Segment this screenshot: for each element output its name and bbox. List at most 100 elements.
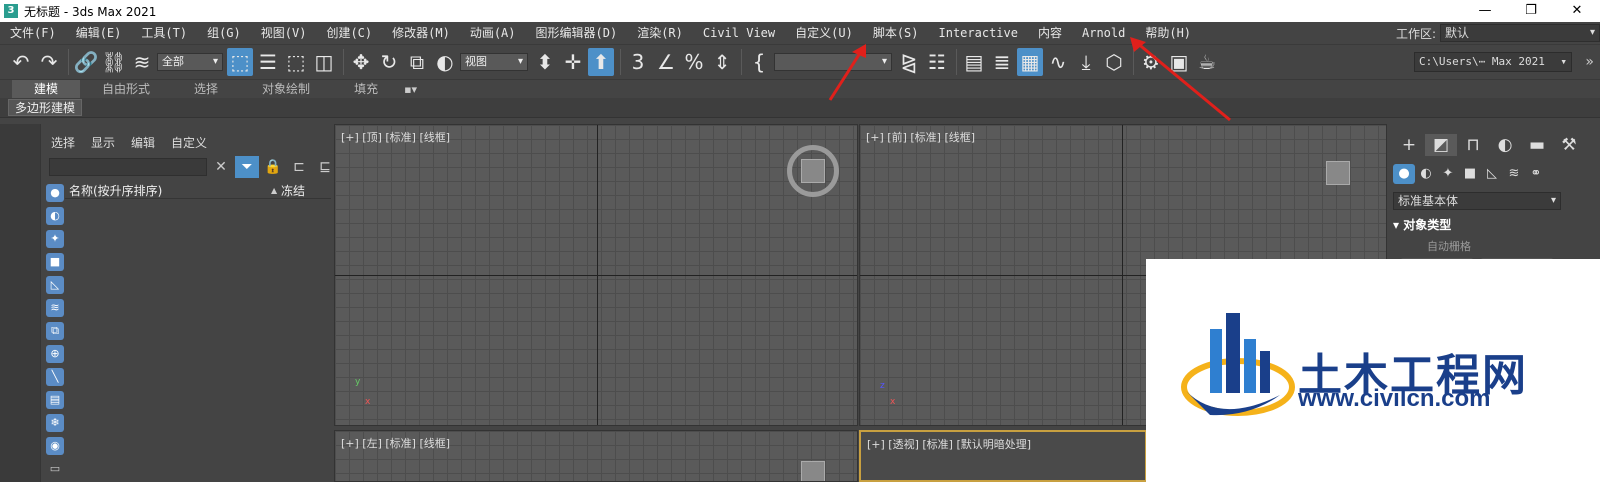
tab-create-icon[interactable]: + bbox=[1393, 134, 1425, 156]
explorer-menu-select[interactable]: 选择 bbox=[51, 134, 75, 151]
explorer-search-input[interactable] bbox=[49, 158, 207, 176]
viewport-perspective[interactable]: [+] [透视] [标准] [默认明暗处理] bbox=[859, 430, 1147, 482]
viewcube-icon[interactable] bbox=[801, 461, 825, 481]
helpers-icon[interactable]: ◺ bbox=[1481, 164, 1503, 184]
menu-edit[interactable]: 编辑(E) bbox=[66, 22, 132, 44]
maximize-button[interactable]: ❐ bbox=[1508, 0, 1554, 22]
curve-editor-icon[interactable]: ∿ bbox=[1045, 48, 1071, 76]
frozen-filter-icon[interactable]: ❄ bbox=[46, 414, 64, 432]
viewcube-icon[interactable] bbox=[801, 159, 825, 183]
scale-icon[interactable]: ⧉ bbox=[404, 48, 430, 76]
align-icon[interactable]: ☷ bbox=[924, 48, 950, 76]
rect-selection-region-icon[interactable]: ⬚ bbox=[283, 48, 309, 76]
menu-content[interactable]: 内容 bbox=[1028, 22, 1072, 44]
angle-snap-icon[interactable]: ∠ bbox=[653, 48, 679, 76]
window-crossing-icon[interactable]: ◫ bbox=[311, 48, 337, 76]
ribbon-options-icon[interactable]: ▪▾ bbox=[404, 83, 417, 96]
menu-help[interactable]: 帮助(H) bbox=[1135, 22, 1201, 44]
bone-filter-icon[interactable]: ╲ bbox=[46, 368, 64, 386]
xref-filter-icon[interactable]: ⊕ bbox=[46, 345, 64, 363]
cameras-icon[interactable]: ■ bbox=[1459, 164, 1481, 184]
link-icon[interactable]: 🔗 bbox=[73, 48, 99, 76]
named-selection-select[interactable] bbox=[774, 53, 892, 71]
column-freeze[interactable]: 冻结 bbox=[281, 182, 305, 199]
menu-interactive[interactable]: Interactive bbox=[929, 22, 1028, 44]
geometry-filter-icon[interactable]: ● bbox=[46, 184, 64, 202]
select-by-name-icon[interactable]: ☰ bbox=[255, 48, 281, 76]
material-editor-icon[interactable]: ⬡ bbox=[1101, 48, 1127, 76]
tab-populate[interactable]: 填充 bbox=[332, 80, 400, 98]
undo-icon[interactable]: ↶ bbox=[8, 48, 34, 76]
redo-icon[interactable]: ↷ bbox=[36, 48, 62, 76]
render-production-icon[interactable]: ☕ bbox=[1194, 48, 1220, 76]
toolbar-more-icon[interactable]: » bbox=[1585, 54, 1594, 70]
menu-group[interactable]: 组(G) bbox=[197, 22, 251, 44]
menu-create[interactable]: 创建(C) bbox=[316, 22, 382, 44]
select-object-icon[interactable]: ⬚ bbox=[227, 48, 253, 76]
tab-selection[interactable]: 选择 bbox=[172, 80, 240, 98]
menu-arnold[interactable]: Arnold bbox=[1072, 22, 1135, 44]
menu-scripting[interactable]: 脚本(S) bbox=[863, 22, 929, 44]
menu-tools[interactable]: 工具(T) bbox=[131, 22, 197, 44]
menu-customize[interactable]: 自定义(U) bbox=[785, 22, 863, 44]
clear-search-icon[interactable]: ✕ bbox=[209, 156, 233, 178]
shape-filter-icon[interactable]: ◐ bbox=[46, 207, 64, 225]
bind-space-warp-icon[interactable]: ≋ bbox=[129, 48, 155, 76]
select-manipulate-icon[interactable]: ✛ bbox=[560, 48, 586, 76]
light-filter-icon[interactable]: ✦ bbox=[46, 230, 64, 248]
project-folder-select[interactable]: C:\Users\⋯ Max 2021 bbox=[1414, 52, 1572, 72]
schematic-view-icon[interactable]: ⤓ bbox=[1073, 48, 1099, 76]
viewport-top[interactable]: [+] [顶] [标准] [线框] y x bbox=[334, 124, 858, 426]
close-button[interactable]: ✕ bbox=[1554, 0, 1600, 22]
object-type-rollout[interactable]: ▾ 对象类型 bbox=[1393, 216, 1561, 233]
snaps-toggle-icon[interactable]: 3 bbox=[625, 48, 651, 76]
tab-utilities-icon[interactable]: ⚒ bbox=[1553, 134, 1585, 156]
minimize-button[interactable]: — bbox=[1462, 0, 1508, 22]
hidden-filter-icon[interactable]: ◉ bbox=[46, 437, 64, 455]
hierarchy-icon[interactable]: ⊏ bbox=[287, 156, 311, 178]
polygon-modeling-button[interactable]: 多边形建模 bbox=[8, 99, 83, 116]
menu-rendering[interactable]: 渲染(R) bbox=[627, 22, 693, 44]
tab-freeform[interactable]: 自由形式 bbox=[80, 80, 172, 98]
tab-modify-icon[interactable]: ◩ bbox=[1425, 134, 1457, 156]
shapes-icon[interactable]: ◐ bbox=[1415, 164, 1437, 184]
display-all-icon[interactable]: ▭ bbox=[46, 460, 64, 478]
explorer-menu-display[interactable]: 显示 bbox=[91, 134, 115, 151]
layer-explorer-icon[interactable]: ▤ bbox=[961, 48, 987, 76]
tab-object-paint[interactable]: 对象绘制 bbox=[240, 80, 332, 98]
geometry-icon[interactable]: ● bbox=[1393, 164, 1415, 184]
tab-display-icon[interactable]: ▬ bbox=[1521, 134, 1553, 156]
rendered-frame-window-icon[interactable]: ▣ bbox=[1166, 48, 1192, 76]
pivot-center-icon[interactable]: ⬍ bbox=[532, 48, 558, 76]
mirror-icon[interactable]: ⧎ bbox=[896, 48, 922, 76]
menu-graph-editors[interactable]: 图形编辑器(D) bbox=[526, 22, 628, 44]
lock-icon[interactable]: 🔒 bbox=[261, 156, 285, 178]
lights-icon[interactable]: ✦ bbox=[1437, 164, 1459, 184]
spinner-snap-icon[interactable]: ⇕ bbox=[709, 48, 735, 76]
move-icon[interactable]: ✥ bbox=[348, 48, 374, 76]
container-filter-icon[interactable]: ▤ bbox=[46, 391, 64, 409]
explorer-menu-customize[interactable]: 自定义 bbox=[171, 134, 207, 151]
viewport-top-label[interactable]: [+] [顶] [标准] [线框] bbox=[341, 129, 450, 145]
percent-snap-icon[interactable]: % bbox=[681, 48, 707, 76]
viewport-persp-label[interactable]: [+] [透视] [标准] [默认明暗处理] bbox=[867, 436, 1031, 452]
column-name[interactable]: 名称(按升序排序) bbox=[65, 182, 271, 199]
workspace-select[interactable]: 默认 bbox=[1440, 24, 1600, 42]
viewport-left-label[interactable]: [+] [左] [标准] [线框] bbox=[341, 435, 450, 451]
space-warps-icon[interactable]: ≋ bbox=[1503, 164, 1525, 184]
menu-animation[interactable]: 动画(A) bbox=[460, 22, 526, 44]
group-filter-icon[interactable]: ⧉ bbox=[46, 322, 64, 340]
keyboard-shortcut-override-icon[interactable]: ⬆ bbox=[588, 48, 614, 76]
tab-motion-icon[interactable]: ◐ bbox=[1489, 134, 1521, 156]
explorer-menu-edit[interactable]: 编辑 bbox=[131, 134, 155, 151]
space-warp-filter-icon[interactable]: ≋ bbox=[46, 299, 64, 317]
unlink-icon[interactable]: ⛓ bbox=[101, 48, 127, 76]
tab-modeling[interactable]: 建模 bbox=[12, 80, 81, 98]
tab-hierarchy-icon[interactable]: ⊓ bbox=[1457, 134, 1489, 156]
edit-named-selection-icon[interactable]: { bbox=[746, 48, 772, 76]
ref-coord-select[interactable]: 视图 bbox=[460, 53, 528, 71]
systems-icon[interactable]: ⚭ bbox=[1525, 164, 1547, 184]
render-setup-icon[interactable]: ⚙ bbox=[1138, 48, 1164, 76]
menu-modifiers[interactable]: 修改器(M) bbox=[382, 22, 460, 44]
auto-grid-checkbox[interactable]: 自动栅格 bbox=[1427, 238, 1471, 254]
